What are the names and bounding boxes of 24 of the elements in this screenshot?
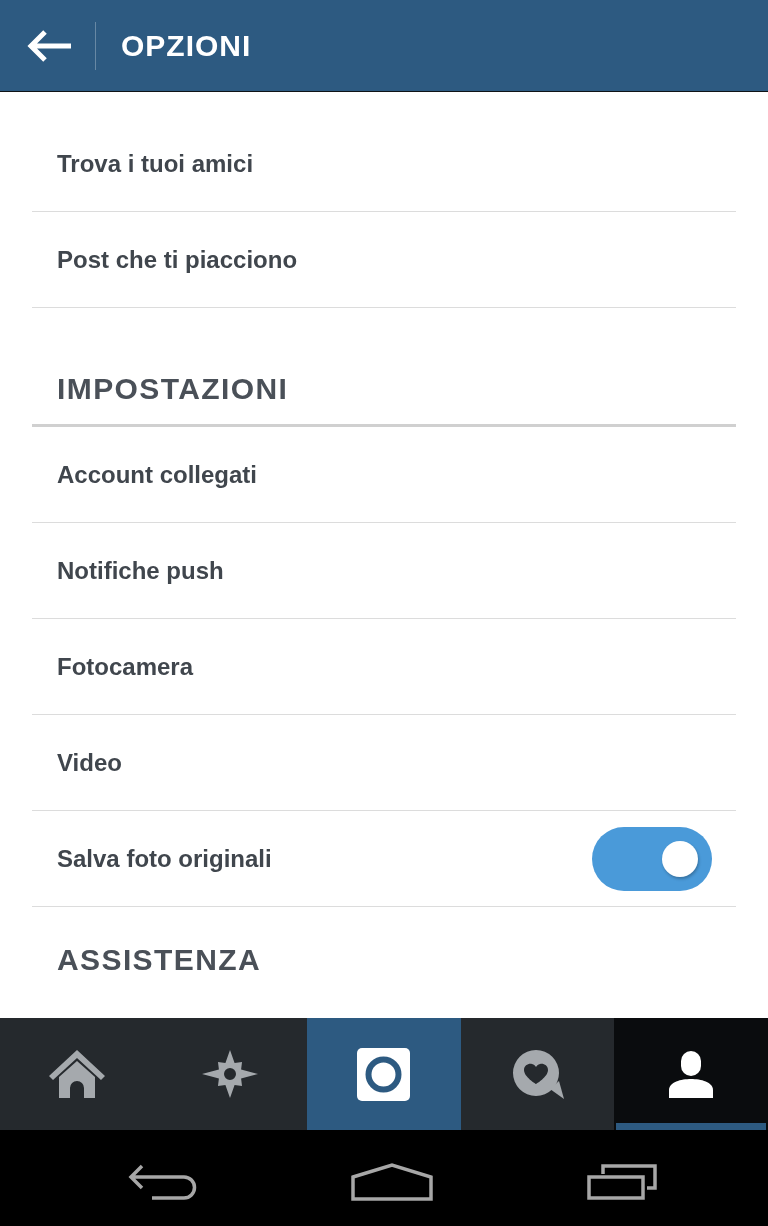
tab[interactable]: [0, 1018, 154, 1130]
menu-item[interactable]: Notifiche push: [32, 523, 736, 619]
tab[interactable]: [307, 1018, 461, 1130]
tab[interactable]: [460, 1018, 615, 1130]
toggle-thumb[interactable]: [662, 840, 698, 877]
camera-icon: [357, 1047, 411, 1101]
menu-item[interactable]: Video: [32, 715, 736, 811]
setting-label: Salva foto originali: [57, 844, 272, 873]
home-icon: [48, 1050, 105, 1098]
menu-item[interactable]: Trova i tuoi amici: [32, 116, 736, 212]
tab[interactable]: [153, 1018, 308, 1130]
menu-item[interactable]: Post che ti piacciono: [32, 212, 736, 308]
menu-item[interactable]: Fotocamera: [32, 619, 736, 715]
section-heading: ASSISTENZA: [56, 942, 263, 978]
recent-apps-icon[interactable]: [586, 1164, 657, 1200]
heart-bubble-icon: [511, 1049, 564, 1099]
person-icon: [669, 1050, 714, 1098]
back-icon[interactable]: [127, 1164, 197, 1200]
compass-icon: [202, 1050, 259, 1098]
section-heading: IMPOSTAZIONI: [56, 371, 290, 407]
tab[interactable]: [614, 1018, 768, 1130]
menu-item[interactable]: Account collegati: [32, 427, 736, 523]
page-title: OPZIONI: [121, 27, 252, 64]
home-icon[interactable]: [350, 1163, 433, 1201]
